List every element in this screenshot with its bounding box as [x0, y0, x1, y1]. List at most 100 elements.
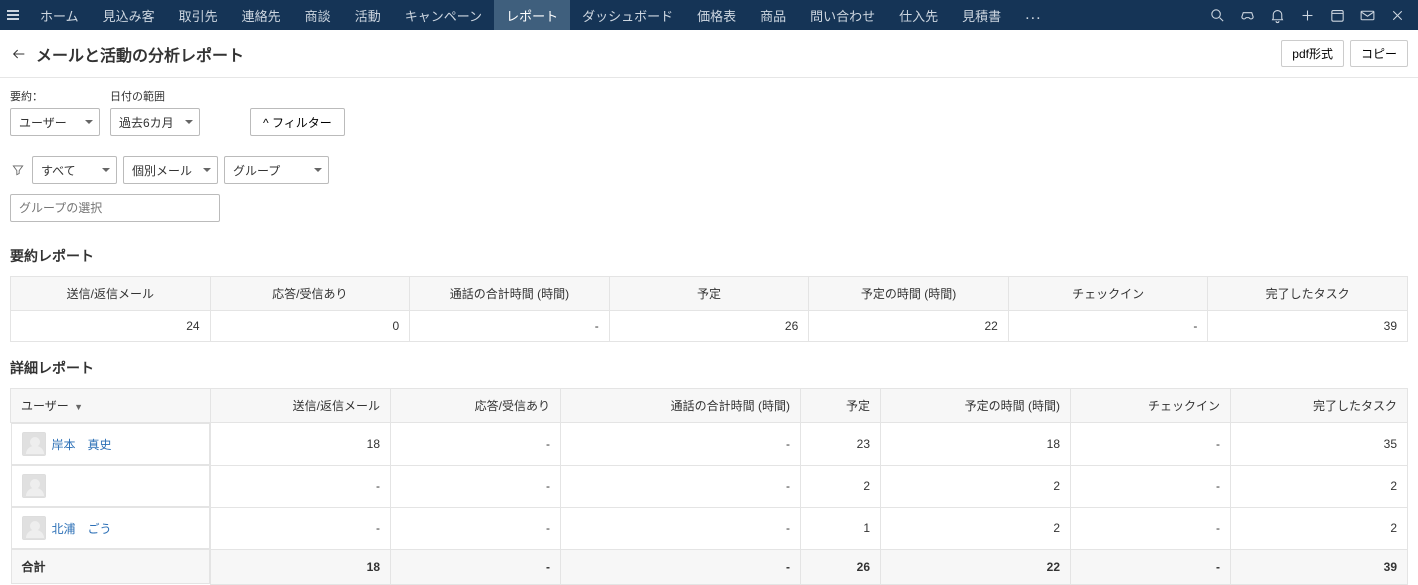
detail-cell: 23 — [801, 423, 881, 466]
user-cell: 岸本 真史 — [11, 423, 211, 465]
mail-icon[interactable] — [1352, 0, 1382, 30]
detail-header[interactable]: 通話の合計時間 (時間) — [561, 389, 801, 423]
header-actions: pdf形式 コピー — [1281, 40, 1408, 67]
plus-icon[interactable] — [1292, 0, 1322, 30]
summary-cell: 0 — [210, 311, 410, 342]
copy-button[interactable]: コピー — [1350, 40, 1408, 67]
detail-header-user[interactable]: ユーザー ▼ — [11, 389, 211, 423]
nav-item-3[interactable]: 連絡先 — [230, 0, 293, 30]
nav-icons — [1202, 0, 1412, 30]
nav-item-11[interactable]: 問い合わせ — [798, 0, 887, 30]
tools-icon[interactable] — [1382, 0, 1412, 30]
summary-cell: - — [410, 311, 610, 342]
bell-icon[interactable] — [1262, 0, 1292, 30]
top-nav: ホーム見込み客取引先連絡先商談活動キャンペーンレポートダッシュボード価格表商品問… — [0, 0, 1418, 30]
nav-items: ホーム見込み客取引先連絡先商談活動キャンペーンレポートダッシュボード価格表商品問… — [28, 0, 1013, 30]
hamburger-icon[interactable] — [6, 7, 22, 23]
total-row: 合計18--2622-39 — [11, 549, 1408, 584]
filter-row-2: すべて 個別メール グループ — [10, 156, 1408, 184]
detail-section-title: 詳細レポート — [0, 342, 1418, 388]
detail-table: ユーザー ▼送信/返信メール応答/受信あり通話の合計時間 (時間)予定予定の時間… — [10, 388, 1408, 585]
detail-header[interactable]: 予定 — [801, 389, 881, 423]
detail-header[interactable]: 予定の時間 (時間) — [881, 389, 1071, 423]
avatar — [22, 474, 46, 498]
total-cell: 26 — [801, 549, 881, 584]
back-arrow-icon[interactable] — [10, 45, 28, 63]
calendar-icon[interactable] — [1322, 0, 1352, 30]
total-cell: 22 — [881, 549, 1071, 584]
table-row: 岸本 真史18--2318-35 — [11, 423, 1408, 466]
detail-cell: 18 — [881, 423, 1071, 466]
group-input-wrap — [10, 194, 1408, 222]
search-icon[interactable] — [1202, 0, 1232, 30]
avatar — [22, 432, 46, 456]
filters: 要約： ユーザー 日付の範囲 過去6カ月 ^ フィルター すべて 個別メール グ… — [0, 78, 1418, 230]
nav-item-10[interactable]: 商品 — [748, 0, 798, 30]
user-name[interactable]: 岸本 真史 — [52, 436, 112, 453]
summary-select-value: ユーザー — [19, 114, 67, 131]
group-select[interactable]: グループ — [224, 156, 329, 184]
page-header: メールと活動の分析レポート pdf形式 コピー — [0, 30, 1418, 78]
summary-cell: 26 — [609, 311, 809, 342]
filter-button[interactable]: ^ フィルター — [250, 108, 345, 136]
date-label: 日付の範囲 — [110, 88, 200, 104]
detail-cell: 2 — [1231, 507, 1408, 549]
summary-cell: 22 — [809, 311, 1009, 342]
summary-label: 要約： — [10, 88, 100, 104]
summary-header: 予定 — [609, 277, 809, 311]
summary-section-title: 要約レポート — [0, 230, 1418, 276]
summary-cell: 39 — [1208, 311, 1408, 342]
gamepad-icon[interactable] — [1232, 0, 1262, 30]
summary-cell: 24 — [11, 311, 211, 342]
detail-cell: - — [391, 507, 561, 549]
all-select-value: すべて — [41, 162, 76, 179]
summary-header: 予定の時間 (時間) — [809, 277, 1009, 311]
detail-cell: - — [391, 465, 561, 507]
user-cell: 北浦 ごう — [11, 507, 211, 549]
detail-header[interactable]: 応答/受信あり — [391, 389, 561, 423]
group-input[interactable] — [10, 194, 220, 222]
nav-item-9[interactable]: 価格表 — [685, 0, 748, 30]
detail-header[interactable]: 送信/返信メール — [211, 389, 391, 423]
nav-item-6[interactable]: キャンペーン — [393, 0, 494, 30]
nav-item-8[interactable]: ダッシュボード — [570, 0, 685, 30]
detail-cell: 2 — [801, 465, 881, 507]
pdf-button[interactable]: pdf形式 — [1281, 40, 1344, 67]
table-row: 北浦 ごう---12-2 — [11, 507, 1408, 549]
detail-cell: - — [211, 507, 391, 549]
nav-more[interactable]: ... — [1013, 6, 1053, 24]
nav-item-13[interactable]: 見積書 — [950, 0, 1013, 30]
all-select[interactable]: すべて — [32, 156, 117, 184]
summary-select[interactable]: ユーザー — [10, 108, 100, 136]
user-name[interactable]: 北浦 ごう — [52, 520, 112, 537]
detail-header[interactable]: 完了したタスク — [1231, 389, 1408, 423]
filter-group-date: 日付の範囲 過去6カ月 — [110, 88, 200, 136]
funnel-icon[interactable] — [10, 162, 26, 178]
summary-header: 通話の合計時間 (時間) — [410, 277, 610, 311]
detail-cell: - — [561, 507, 801, 549]
summary-table: 送信/返信メール応答/受信あり通話の合計時間 (時間)予定予定の時間 (時間)チ… — [10, 276, 1408, 342]
date-select[interactable]: 過去6カ月 — [110, 108, 200, 136]
detail-cell: 2 — [1231, 465, 1408, 507]
date-select-value: 過去6カ月 — [119, 114, 174, 131]
detail-header[interactable]: チェックイン — [1071, 389, 1231, 423]
detail-cell: 2 — [881, 507, 1071, 549]
detail-cell: 2 — [881, 465, 1071, 507]
page-title: メールと活動の分析レポート — [36, 42, 244, 66]
total-cell: 18 — [211, 549, 391, 584]
nav-item-1[interactable]: 見込み客 — [91, 0, 167, 30]
detail-cell: 35 — [1231, 423, 1408, 466]
detail-cell: 18 — [211, 423, 391, 466]
nav-item-0[interactable]: ホーム — [28, 0, 91, 30]
nav-item-4[interactable]: 商談 — [293, 0, 343, 30]
table-row: ---22-2 — [11, 465, 1408, 507]
summary-header: チェックイン — [1008, 277, 1208, 311]
nav-item-2[interactable]: 取引先 — [167, 0, 230, 30]
nav-item-7[interactable]: レポート — [494, 0, 570, 30]
summary-header: 送信/返信メール — [11, 277, 211, 311]
filter-group-summary: 要約： ユーザー — [10, 88, 100, 136]
detail-cell: - — [1071, 507, 1231, 549]
mailtype-select[interactable]: 個別メール — [123, 156, 218, 184]
nav-item-5[interactable]: 活動 — [343, 0, 393, 30]
nav-item-12[interactable]: 仕入先 — [887, 0, 950, 30]
